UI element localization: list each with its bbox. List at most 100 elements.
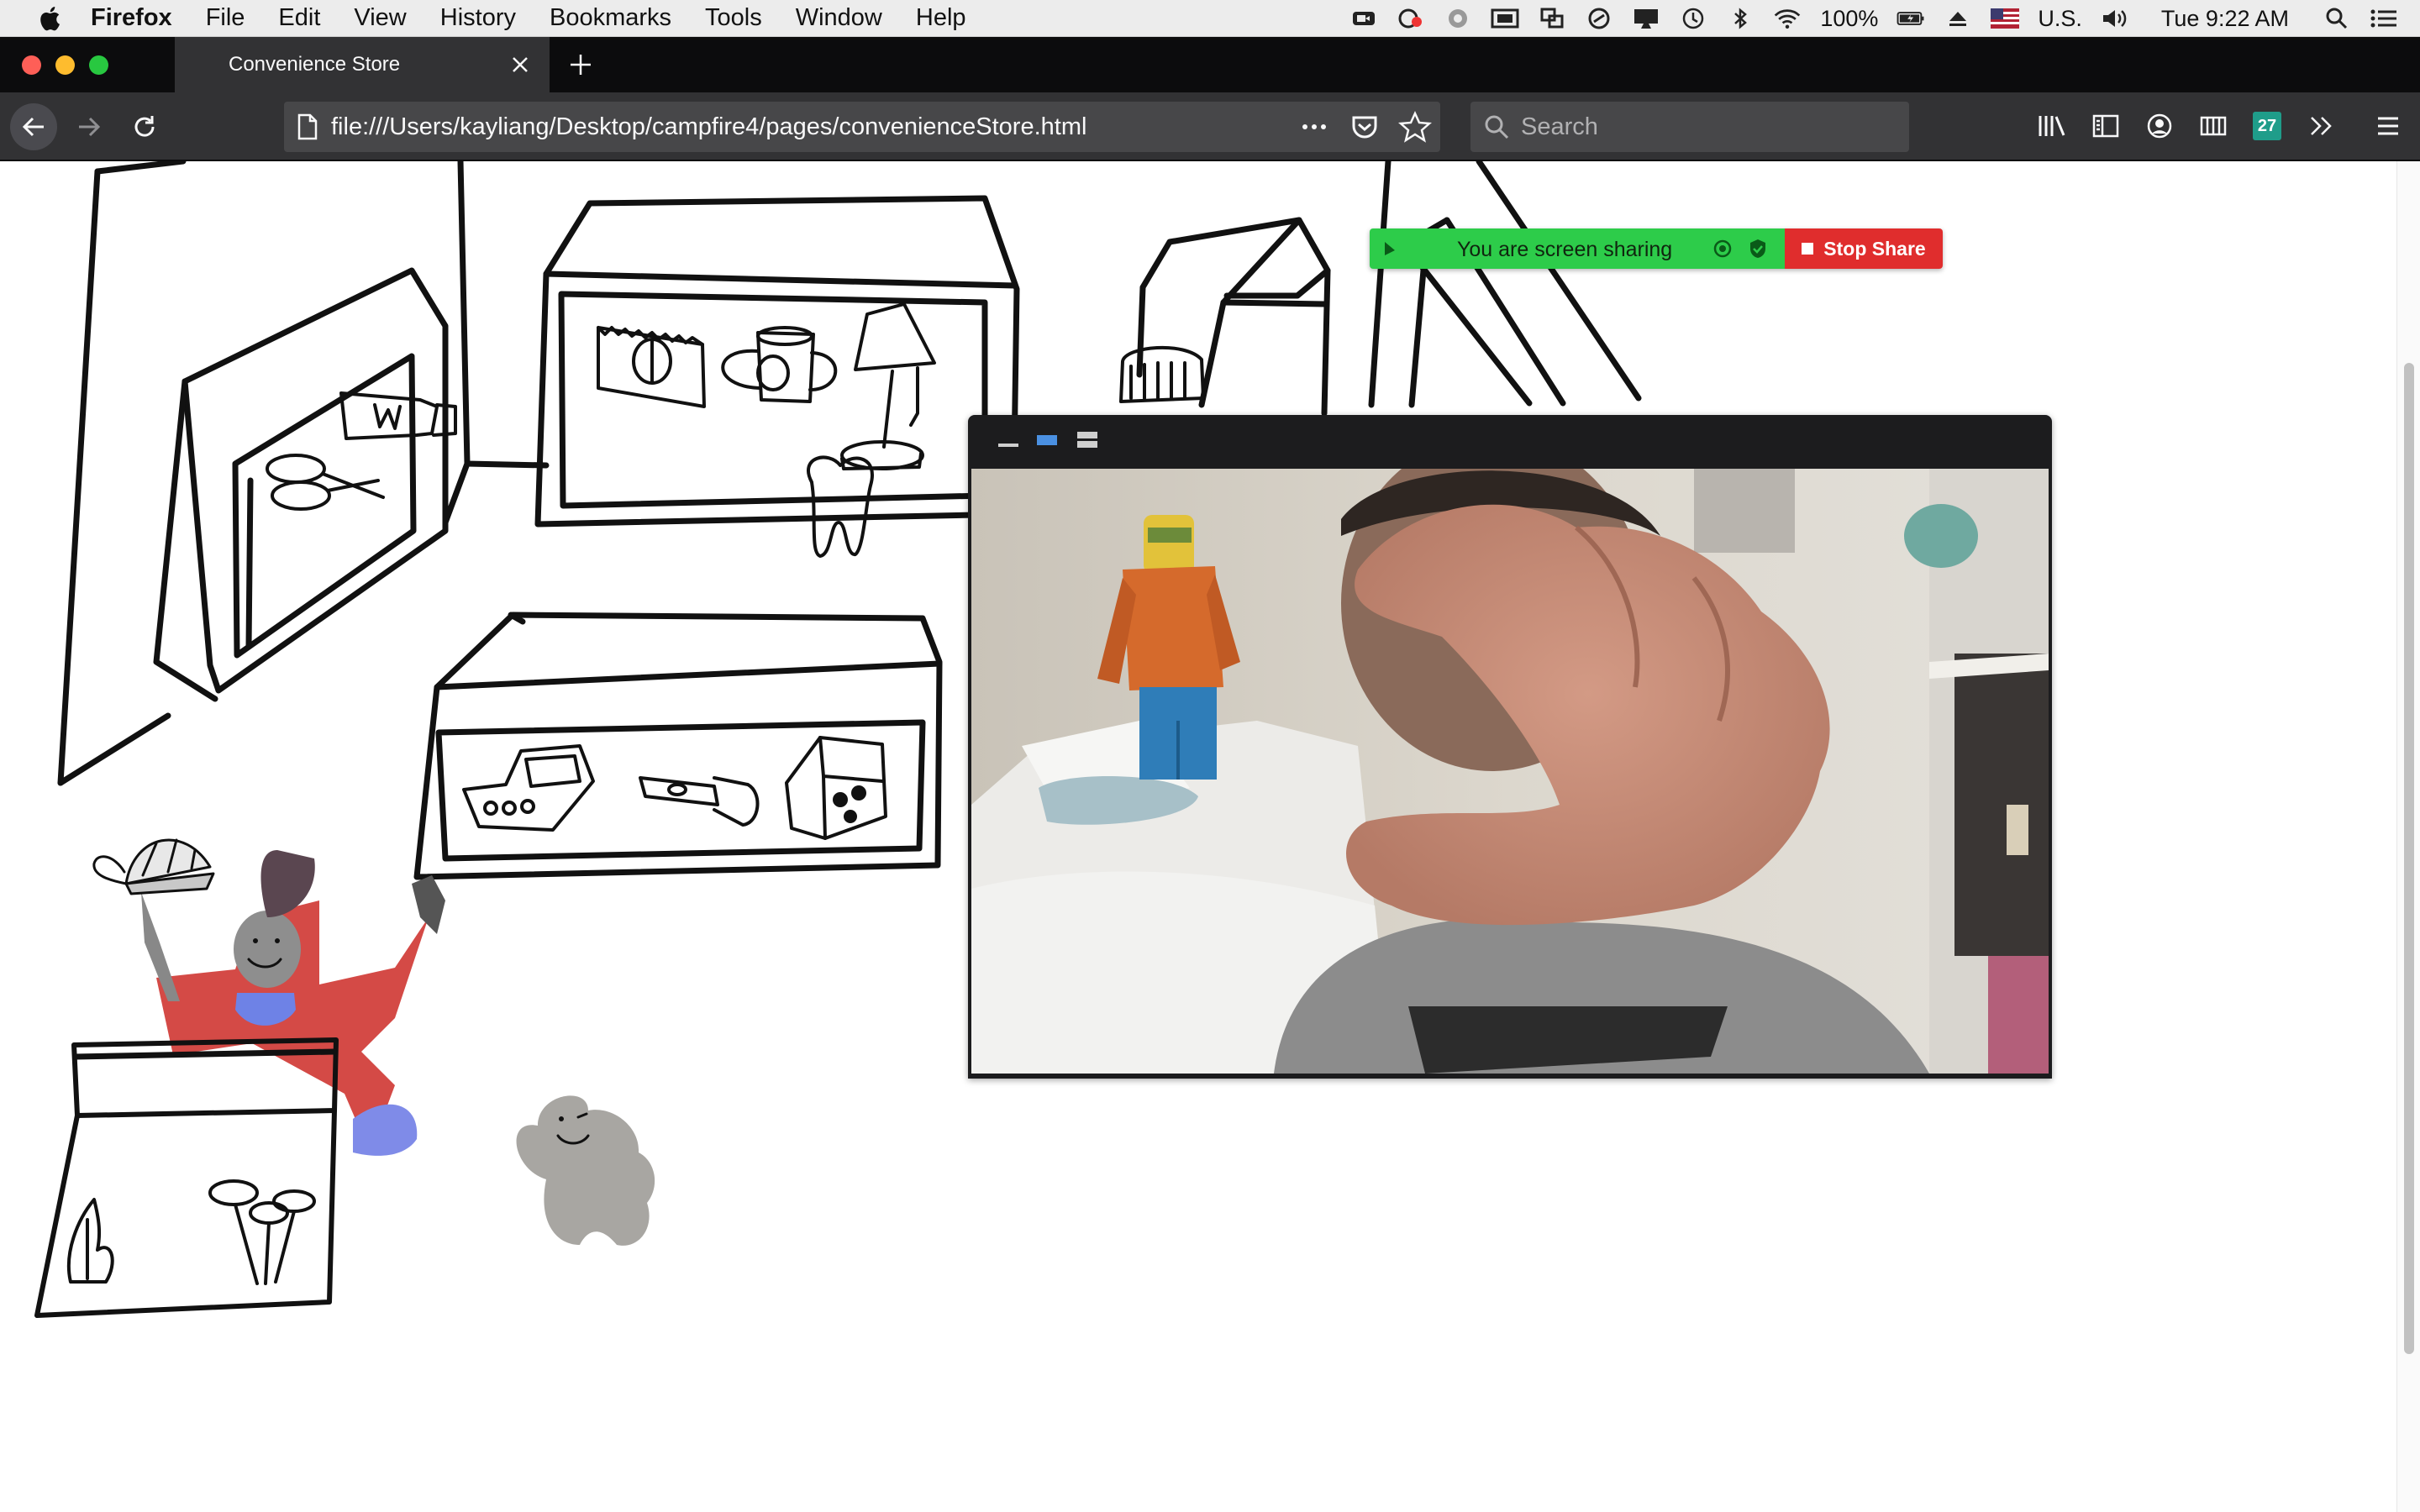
back-stand-drawing bbox=[1368, 161, 1642, 408]
mushroom-drawing bbox=[208, 1179, 316, 1285]
display-icon[interactable] bbox=[1632, 7, 1660, 30]
mug-drawing bbox=[721, 326, 838, 403]
input-source-label[interactable]: U.S. bbox=[2038, 6, 2082, 32]
back-button[interactable] bbox=[10, 103, 57, 150]
calendar-extension-icon[interactable]: 27 bbox=[2249, 108, 2286, 144]
reload-icon bbox=[134, 116, 155, 137]
tab-close-icon[interactable] bbox=[509, 54, 531, 76]
page-actions-icon[interactable] bbox=[1297, 110, 1331, 144]
wall-display-case-drawing bbox=[153, 267, 449, 702]
counter-drawing bbox=[413, 612, 943, 880]
menu-app-name[interactable]: Firefox bbox=[91, 4, 172, 32]
search-bar[interactable] bbox=[1470, 102, 1909, 152]
toothpaste-drawing bbox=[339, 391, 457, 440]
screen-share-status[interactable]: You are screen sharing bbox=[1370, 228, 1785, 269]
turtle-drawing bbox=[92, 838, 215, 895]
tab-convenience-store[interactable]: Convenience Store bbox=[175, 37, 550, 92]
security-shield-icon[interactable] bbox=[1748, 238, 1768, 260]
scrollbar-thumb[interactable] bbox=[2404, 363, 2414, 1354]
battery-percent: 100% bbox=[1820, 5, 1879, 31]
us-flag-icon[interactable] bbox=[1991, 7, 2020, 30]
page-content: You are screen sharing Stop Share bbox=[0, 161, 2420, 1512]
video-camera-icon[interactable] bbox=[1349, 7, 1378, 30]
stop-share-button[interactable]: Stop Share bbox=[1785, 228, 1943, 269]
wifi-icon[interactable] bbox=[1773, 7, 1802, 30]
tab-title: Convenience Store bbox=[229, 53, 401, 76]
new-tab-icon[interactable] bbox=[568, 52, 593, 77]
sync-icon[interactable] bbox=[1585, 7, 1613, 30]
menu-bar-status-area: 100% U.S. Tue 9:22 AM bbox=[1349, 0, 2398, 37]
reload-button[interactable] bbox=[123, 105, 166, 149]
grid-view-icon[interactable] bbox=[1076, 429, 1099, 451]
overflow-chevron-icon[interactable] bbox=[2302, 108, 2339, 144]
screen-mirror-icon[interactable] bbox=[1491, 7, 1519, 30]
spotlight-icon[interactable] bbox=[2323, 7, 2351, 30]
webcam-frame bbox=[971, 469, 2049, 1074]
menu-edit[interactable]: Edit bbox=[278, 4, 320, 32]
menu-bar: Firefox File Edit View History Bookmarks… bbox=[0, 0, 2420, 37]
clock[interactable]: Tue 9:22 AM bbox=[2161, 6, 2289, 32]
forward-button[interactable] bbox=[67, 105, 111, 149]
notification-center-icon[interactable] bbox=[2370, 7, 2398, 30]
single-view-icon[interactable] bbox=[1035, 432, 1059, 449]
hamburger-menu-icon[interactable] bbox=[2370, 108, 2407, 144]
stop-share-label: Stop Share bbox=[1823, 237, 1926, 260]
drag-handle-icon[interactable] bbox=[1380, 239, 1400, 260]
apple-menu-icon[interactable] bbox=[32, 4, 66, 33]
url-bar[interactable]: file:///Users/kayliang/Desktop/campfire4… bbox=[284, 102, 1440, 152]
eject-icon[interactable] bbox=[1944, 7, 1972, 30]
minimize-icon[interactable] bbox=[997, 433, 1020, 450]
arrow-left-icon bbox=[22, 117, 44, 137]
window-minimize-button[interactable] bbox=[55, 55, 75, 75]
extension-grid-icon[interactable] bbox=[2195, 108, 2232, 144]
webcam-video-feed bbox=[971, 469, 2049, 1074]
pocket-icon[interactable] bbox=[1348, 110, 1381, 144]
audio-indicator-icon[interactable] bbox=[1712, 239, 1733, 259]
scissors-drawing bbox=[266, 454, 385, 511]
navigation-toolbar: file:///Users/kayliang/Desktop/campfire4… bbox=[0, 92, 2420, 161]
url-text[interactable]: file:///Users/kayliang/Desktop/campfire4… bbox=[331, 113, 1086, 141]
menu-window[interactable]: Window bbox=[796, 4, 882, 32]
tooth-drawing bbox=[807, 455, 874, 558]
left-wall-drawing bbox=[57, 161, 550, 786]
calendar-badge: 27 bbox=[2253, 112, 2281, 140]
arrow-right-icon bbox=[79, 117, 101, 137]
menu-bookmarks[interactable]: Bookmarks bbox=[550, 4, 671, 32]
video-window-titlebar[interactable] bbox=[968, 415, 2052, 465]
volume-icon[interactable] bbox=[2101, 7, 2129, 30]
milk-carton-drawing bbox=[785, 736, 887, 840]
lamp-drawing bbox=[840, 302, 936, 470]
tab-strip: Convenience Store bbox=[0, 37, 2420, 92]
window-resize-icon[interactable] bbox=[1538, 7, 1566, 30]
flashlight-drawing bbox=[639, 776, 760, 827]
screen-share-banner: You are screen sharing Stop Share bbox=[1370, 228, 1943, 269]
bluetooth-icon[interactable] bbox=[1726, 7, 1754, 30]
sidebar-icon[interactable] bbox=[2087, 108, 2124, 144]
cash-register-drawing bbox=[462, 744, 595, 832]
search-input[interactable] bbox=[1521, 113, 1891, 141]
menu-view[interactable]: View bbox=[354, 4, 406, 32]
battery-icon[interactable] bbox=[1897, 7, 1925, 30]
time-machine-icon[interactable] bbox=[1679, 7, 1707, 30]
menu-file[interactable]: File bbox=[206, 4, 245, 32]
cloud-sync-icon[interactable] bbox=[1397, 7, 1425, 30]
page-scrollbar[interactable] bbox=[2396, 161, 2420, 1512]
back-box-drawing bbox=[1136, 217, 1331, 417]
menu-history[interactable]: History bbox=[440, 4, 516, 32]
window-close-button[interactable] bbox=[22, 55, 41, 75]
chip-bag-drawing bbox=[597, 326, 706, 408]
menu-help[interactable]: Help bbox=[916, 4, 966, 32]
library-icon[interactable] bbox=[2033, 108, 2070, 144]
bookmark-star-icon[interactable] bbox=[1398, 110, 1432, 144]
stop-icon bbox=[1802, 243, 1814, 255]
video-preview-window[interactable] bbox=[968, 415, 2052, 1079]
window-zoom-button[interactable] bbox=[89, 55, 108, 75]
menu-tools[interactable]: Tools bbox=[705, 4, 762, 32]
plant-drawing bbox=[66, 1198, 114, 1284]
account-icon[interactable] bbox=[2141, 108, 2178, 144]
lantern-drawing bbox=[1119, 345, 1205, 403]
screen-share-message: You are screen sharing bbox=[1457, 238, 1673, 261]
page-icon[interactable] bbox=[296, 113, 319, 140]
ghost-character bbox=[516, 1095, 655, 1246]
system-prefs-icon[interactable] bbox=[1444, 7, 1472, 30]
